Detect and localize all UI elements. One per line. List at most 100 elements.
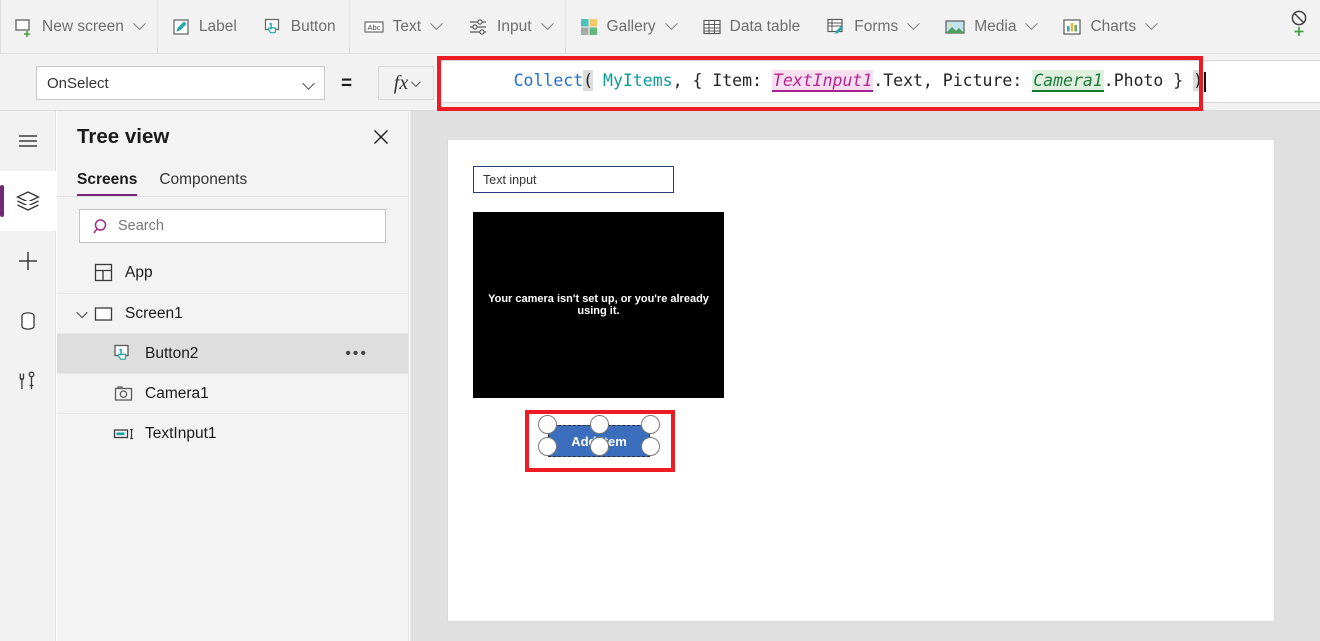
formula-token-plain: .Photo } xyxy=(1104,71,1193,90)
label-icon xyxy=(171,17,191,37)
resize-handle-top-center[interactable] xyxy=(590,415,609,434)
tree-item-label: App xyxy=(125,264,153,282)
gallery-grid-icon xyxy=(579,17,599,37)
tree-view-header: Tree view xyxy=(57,111,408,163)
ribbon-label: Charts xyxy=(1090,18,1136,36)
ribbon-item-label[interactable]: Label xyxy=(158,0,250,54)
media-image-icon xyxy=(944,17,966,37)
resize-handle-top-right[interactable] xyxy=(641,415,660,434)
search-input[interactable]: Search xyxy=(79,209,386,243)
tree-item-label: Button2 xyxy=(145,345,198,363)
ribbon-label: Gallery xyxy=(607,18,656,36)
new-screen-icon xyxy=(14,17,34,37)
rail-item-tools[interactable] xyxy=(0,351,56,411)
property-dropdown-value: OnSelect xyxy=(47,75,109,92)
formula-token-table: MyItems xyxy=(593,71,672,90)
ribbon-label: Forms xyxy=(854,18,898,36)
ribbon-item-input[interactable]: Input xyxy=(454,0,564,54)
fx-button[interactable]: fx xyxy=(378,66,434,100)
chevron-down-icon xyxy=(907,17,920,30)
chevron-down-icon xyxy=(1026,17,1039,30)
ribbon-item-button[interactable]: Button xyxy=(250,0,349,54)
tools-icon xyxy=(15,368,41,394)
fx-label: fx xyxy=(394,72,408,95)
ribbon-item-text[interactable]: Abc Text xyxy=(350,0,454,54)
camera-icon xyxy=(113,383,143,405)
ribbon-item-media[interactable]: Media xyxy=(931,0,1049,54)
icons-no-entry-plus-icon xyxy=(1290,8,1316,44)
ribbon-item-data-table[interactable]: Data table xyxy=(689,0,814,54)
formula-token-function: Collect xyxy=(514,71,584,90)
text-input-icon xyxy=(113,423,143,445)
tree-item-camera1[interactable]: Camera1 xyxy=(57,373,408,413)
forms-icon xyxy=(826,17,846,37)
screen-icon xyxy=(93,303,123,325)
search-placeholder: Search xyxy=(118,218,164,234)
insert-plus-icon xyxy=(15,248,41,274)
tree-item-label: Camera1 xyxy=(145,385,209,403)
ribbon-item-forms[interactable]: Forms xyxy=(813,0,931,54)
tree-view-title: Tree view xyxy=(77,125,169,149)
tree-item-textinput1[interactable]: TextInput1 xyxy=(57,413,408,453)
ribbon-label: Button xyxy=(291,18,336,36)
close-icon[interactable] xyxy=(371,127,391,147)
tree-view-search-wrapper: Search xyxy=(57,197,408,253)
formula-token-camera1: Camera1 xyxy=(1032,70,1104,92)
power-apps-studio: New screen Label Button xyxy=(0,0,1320,641)
text-abc-icon: Abc xyxy=(363,17,385,37)
svg-text:Abc: Abc xyxy=(367,23,380,32)
formula-token-plain: , { Item: xyxy=(673,71,772,90)
ribbon-item-charts[interactable]: Charts xyxy=(1049,0,1169,54)
property-dropdown[interactable]: OnSelect xyxy=(36,66,325,100)
tree-item-button2[interactable]: Button2 ••• xyxy=(57,333,408,373)
canvas-camera-control[interactable]: Your camera isn't set up, or you're alre… xyxy=(473,212,724,398)
left-icon-rail xyxy=(0,111,56,641)
camera-error-message: Your camera isn't set up, or you're alre… xyxy=(473,293,724,317)
ribbon-label: Input xyxy=(497,18,531,36)
formula-token-plain: .Text, Picture: xyxy=(873,71,1032,90)
tree-item-screen1[interactable]: Screen1 xyxy=(57,293,408,333)
resize-handle-bottom-right[interactable] xyxy=(641,437,660,456)
ribbon-label: New screen xyxy=(42,18,124,36)
hamburger-menu-icon xyxy=(15,128,41,154)
ribbon-item-icons-partial[interactable] xyxy=(1290,8,1318,46)
tab-screens[interactable]: Screens xyxy=(77,171,137,196)
ribbon-item-new-screen[interactable]: New screen xyxy=(1,0,157,54)
chevron-down-icon xyxy=(1145,17,1158,30)
chevron-down-icon xyxy=(302,77,315,90)
tree-item-context-menu-icon[interactable]: ••• xyxy=(345,346,368,362)
canvas-text-input[interactable]: Text input xyxy=(473,166,674,193)
resize-handle-bottom-left[interactable] xyxy=(538,437,557,456)
rail-item-insert[interactable] xyxy=(0,231,56,291)
input-sliders-icon xyxy=(467,17,489,37)
button-icon xyxy=(263,17,283,37)
tree-view-layers-icon xyxy=(15,188,41,214)
chevron-expanded-icon[interactable] xyxy=(71,310,93,318)
ribbon-item-gallery[interactable]: Gallery xyxy=(566,0,689,54)
ribbon-label: Label xyxy=(199,18,237,36)
tree-item-app[interactable]: App xyxy=(57,253,408,293)
formula-token-close-paren: ) xyxy=(1193,70,1203,91)
resize-handle-top-left[interactable] xyxy=(538,415,557,434)
tree-item-label: TextInput1 xyxy=(145,425,217,443)
tab-components[interactable]: Components xyxy=(159,171,247,196)
equals-sign: = xyxy=(341,73,352,95)
rail-item-data[interactable] xyxy=(0,291,56,351)
tree-view-tabs: Screens Components xyxy=(57,163,408,197)
chevron-down-icon xyxy=(133,17,146,30)
app-icon xyxy=(93,262,123,284)
ribbon-label: Media xyxy=(974,18,1016,36)
rail-item-tree-view[interactable] xyxy=(0,171,56,231)
chevron-down-icon xyxy=(665,17,678,30)
formula-token-textinput1: TextInput1 xyxy=(772,70,873,92)
charts-bar-icon xyxy=(1062,17,1082,37)
tree-view-panel: Tree view Screens Components Search xyxy=(57,111,409,641)
rail-item-hamburger-menu[interactable] xyxy=(0,111,56,171)
canvas-text-input-value: Text input xyxy=(483,173,537,187)
formula-input[interactable]: Collect( MyItems, { Item: TextInput1.Tex… xyxy=(441,60,1320,103)
data-cylinder-icon xyxy=(15,308,41,334)
data-table-icon xyxy=(702,17,722,37)
chevron-down-icon xyxy=(411,77,421,87)
top-ribbon: New screen Label Button xyxy=(0,0,1320,54)
resize-handle-bottom-center[interactable] xyxy=(590,437,609,456)
